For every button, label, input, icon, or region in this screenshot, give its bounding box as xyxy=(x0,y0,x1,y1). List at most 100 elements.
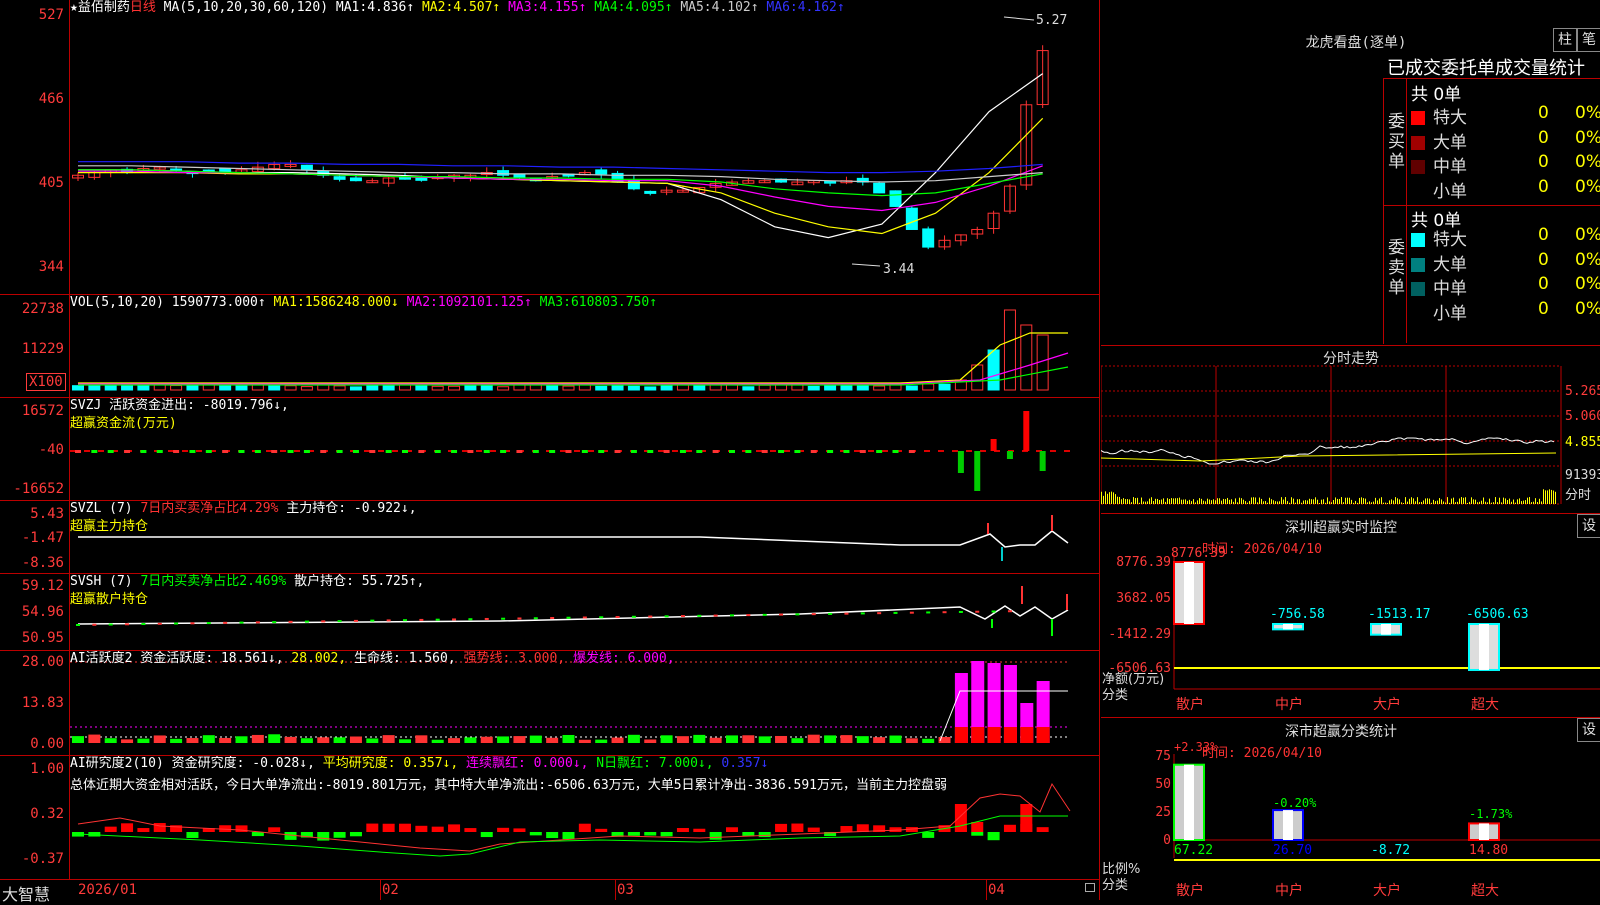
fenshi-vol-bar xyxy=(1173,498,1174,504)
svzj-tick xyxy=(761,450,768,453)
ma6-value: 4.162↑ xyxy=(797,0,845,15)
fenshi-vol-bar xyxy=(1225,499,1226,504)
bar-view-button[interactable]: 柱 xyxy=(1553,28,1577,52)
sz-monitor-panel[interactable]: 深圳超赢实时监控 设 时间: 2026/04/10 8776.39 3682.05… xyxy=(1101,513,1600,718)
ai2-bar xyxy=(431,826,444,832)
ss-stats-panel[interactable]: 深市超赢分类统计 设 时间: 2026/04/10 75 50 25 0 +2.33% -… xyxy=(1101,717,1600,901)
ai1-bar xyxy=(104,738,117,743)
fenshi-vol-bar xyxy=(1291,497,1292,504)
ai1-bar xyxy=(219,737,232,743)
fenshi-vol-bar xyxy=(1471,497,1472,504)
ai2-bar xyxy=(153,823,166,832)
svsh-tick xyxy=(926,611,931,614)
fenshi-vol-bar xyxy=(1357,502,1358,504)
fenshi-vol-bar xyxy=(1153,501,1154,504)
ai2-p2: 资金研究度: -0.028↓, xyxy=(171,756,315,771)
ai1-bar xyxy=(153,735,166,743)
fenshi-vol-bar xyxy=(1445,502,1446,504)
ma1-value: 4.836↑ xyxy=(367,0,415,15)
fenshi-vol-bar xyxy=(1473,499,1474,504)
kline-candle xyxy=(415,177,428,181)
color-swatch xyxy=(1411,233,1425,247)
svsh-tick xyxy=(697,614,702,617)
svsh-tick xyxy=(1007,610,1012,613)
ai2-bar xyxy=(121,823,134,832)
volume-bar xyxy=(644,386,657,391)
kline-chart[interactable] xyxy=(0,0,1100,294)
ai2-bar xyxy=(448,824,461,832)
fenshi-vol-bar xyxy=(1117,496,1118,504)
intraday-panel[interactable]: 分时走势 5.265 5.060 4.855 91393 分时 xyxy=(1101,345,1600,514)
lock-icon[interactable] xyxy=(1085,883,1095,892)
ss-category: 大户 xyxy=(1373,883,1401,899)
svsh-p1: SVSH (7) xyxy=(70,574,133,589)
volume-bar xyxy=(366,385,379,391)
svsh-tick xyxy=(484,617,489,620)
tick-view-button[interactable]: 笔 xyxy=(1577,28,1600,52)
fenshi-vol-bar xyxy=(1505,498,1506,504)
ai2-ylabel-0: 1.00 xyxy=(30,761,64,777)
fenshi-vol-bar xyxy=(1111,491,1112,504)
svzj-panel[interactable]: SVZJ 活跃资金进出: -8019.796↓, 超赢资金流(万元) 16572… xyxy=(0,398,1100,501)
fenshi-vol-bar xyxy=(1193,499,1194,504)
fenshi-vol-bar xyxy=(1149,498,1150,504)
ai2-bar xyxy=(971,832,984,836)
fenshi-vol-bar xyxy=(1151,497,1152,504)
volume-bar xyxy=(562,385,575,391)
svzj-tick xyxy=(336,450,343,453)
volume-bar xyxy=(807,385,820,391)
fenshi-vol-bar xyxy=(1163,498,1164,504)
svzj-tick xyxy=(205,450,212,453)
svzl-panel[interactable]: SVZL (7) 7日内买卖净占比4.29% 主力持仓: -0.922↓, 超赢… xyxy=(0,501,1100,574)
fenshi-vol-bar xyxy=(1307,500,1308,504)
ai1-p5: 强势线: 3.000, xyxy=(463,651,566,666)
ma-line-2 xyxy=(78,117,1044,235)
svsh-tick xyxy=(239,621,244,624)
high-marker xyxy=(1003,16,1035,21)
fenshi-vol-bar xyxy=(1165,501,1166,504)
ai1-bar xyxy=(758,736,771,743)
intraday-chart[interactable] xyxy=(1101,346,1600,514)
fenshi-vol-bar xyxy=(1155,498,1156,504)
kline-candle xyxy=(873,182,886,194)
volume-panel[interactable]: VOL(5,10,20) 1590773.000↑ MA1:1586248.00… xyxy=(0,295,1100,398)
kline-panel[interactable]: ★益佰制药日线 MA(5,10,20,30,60,120) MA1:4.836↑… xyxy=(0,0,1100,295)
ma6-label: MA6: xyxy=(766,0,798,15)
fenshi-vol-bar xyxy=(1533,501,1534,504)
sell-label: 小单 xyxy=(1433,303,1467,324)
vol-title: VOL(5,10,20) xyxy=(70,295,164,310)
svzj-tick xyxy=(91,450,98,453)
svsh-panel[interactable]: SVSH (7) 7日内买卖净占比2.469% 散户持仓: 55.725↑, 超… xyxy=(0,574,1100,651)
svsh-tick xyxy=(664,615,669,618)
ma2-value: 4.507↑ xyxy=(453,0,501,15)
ai1-bar xyxy=(791,738,804,743)
svzj-tick xyxy=(500,450,507,453)
ai1-bar xyxy=(562,734,575,743)
ai-activity-panel[interactable]: AI活跃度2 资金活跃度: 18.561↓, 28.002, 生命线: 1.56… xyxy=(0,651,1100,756)
svsh-tick xyxy=(206,622,211,625)
ai2-bar xyxy=(529,832,542,836)
fenshi-vol-bar xyxy=(1185,499,1186,504)
volume-bar xyxy=(170,385,183,391)
kline-ylabel-2: 405 xyxy=(38,175,64,191)
ss-ylabel: 0 xyxy=(1163,833,1171,848)
svzj-ylabel-0: 16572 xyxy=(21,403,64,419)
brand-label: 大智慧 xyxy=(2,885,51,904)
fenshi-vol-bar xyxy=(1267,502,1268,504)
fenshi-vol-bar xyxy=(1107,493,1108,504)
ai-research-panel[interactable]: AI研究度2(10) 资金研究度: -0.028↓, 平均研究度: 0.357↓… xyxy=(0,756,1100,880)
ai2-big-bar xyxy=(954,804,967,832)
sz-category: 中户 xyxy=(1275,697,1303,713)
ai1-ylabel-2: 0.00 xyxy=(30,736,64,752)
fenshi-vol-bar xyxy=(1273,500,1274,504)
svsh-tick xyxy=(713,614,718,617)
fenshi-avg-line xyxy=(1101,452,1557,462)
svsh-tick xyxy=(370,619,375,622)
fenshi-vol-bar xyxy=(1431,502,1432,504)
fenshi-vol-bar xyxy=(1217,498,1218,504)
svzj-tick xyxy=(418,450,425,453)
kline-candle xyxy=(399,176,411,180)
fenshi-vol-bar xyxy=(1333,500,1334,504)
fenshi-vol-bar xyxy=(1451,498,1452,504)
svsh-tick xyxy=(157,622,162,625)
